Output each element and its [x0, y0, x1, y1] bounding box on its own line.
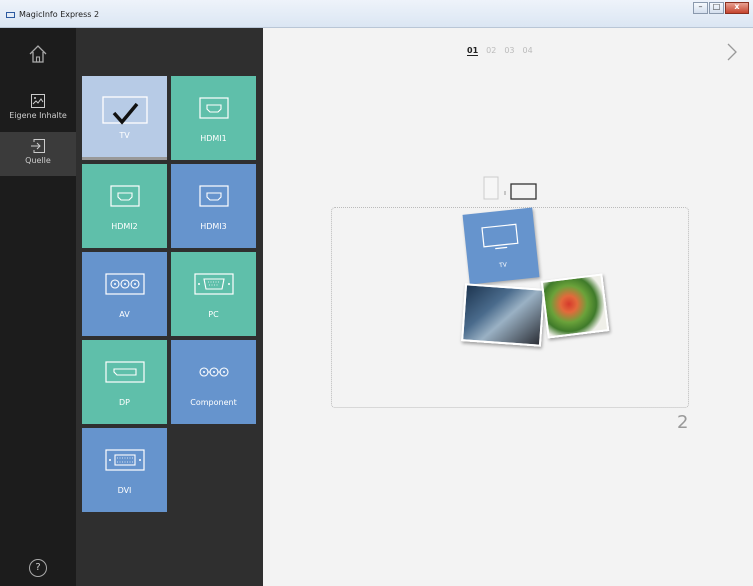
close-button[interactable]: x — [725, 2, 749, 14]
displayport-icon — [104, 361, 145, 383]
page-tabs: 01 02 03 04 — [467, 46, 533, 56]
image-icon — [31, 94, 45, 108]
hdmi-icon — [198, 97, 229, 119]
app-icon — [6, 12, 15, 18]
page-tab-03[interactable]: 03 — [504, 46, 514, 56]
portrait-icon — [483, 176, 499, 200]
rail-item-source[interactable]: Quelle — [0, 132, 76, 176]
window-controls: – □ x — [692, 2, 749, 14]
input-source-icon — [31, 139, 45, 153]
tv-source-card[interactable]: TV — [462, 207, 540, 285]
hdmi-icon — [109, 185, 140, 207]
rail-item-label: Eigene Inhalte — [9, 111, 67, 120]
home-icon[interactable] — [28, 44, 48, 64]
close-icon: x — [734, 2, 740, 11]
maximize-button[interactable]: □ — [709, 2, 724, 14]
source-tile-pc[interactable]: PC — [171, 252, 256, 336]
tile-label: HDMI3 — [200, 222, 227, 231]
av-icon — [104, 273, 145, 295]
orientation-toggle[interactable] — [483, 176, 539, 202]
hdmi-icon — [198, 185, 229, 207]
tile-label: HDMI2 — [111, 222, 138, 231]
window-title: MagicInfo Express 2 — [19, 10, 100, 19]
page-tab-02[interactable]: 02 — [486, 46, 496, 56]
source-tile-hdmi2[interactable]: HDMI2 — [82, 164, 167, 248]
chevron-right-icon[interactable] — [725, 42, 739, 62]
source-tile-dvi[interactable]: DVI — [82, 428, 167, 512]
source-panel: TV HDMI1 HDMI2 HDMI3 AV PC DP Component … — [76, 28, 263, 586]
maximize-icon: □ — [712, 2, 721, 11]
component-icon — [198, 367, 229, 377]
tile-label: HDMI1 — [200, 134, 227, 143]
tile-label: DVI — [117, 486, 132, 495]
source-tile-dp[interactable]: DP — [82, 340, 167, 424]
rail-item-my-content[interactable]: Eigene Inhalte — [0, 87, 76, 131]
tv-card-label: TV — [498, 261, 508, 270]
main-area: 01 02 03 04 TV 2 — [263, 28, 753, 586]
source-tile-av[interactable]: AV — [82, 252, 167, 336]
rail-item-label: Quelle — [25, 156, 51, 165]
salad-photo-thumbnail[interactable] — [540, 273, 610, 339]
page-tab-04[interactable]: 04 — [523, 46, 533, 56]
left-rail: Eigene Inhalte Quelle ? — [0, 28, 76, 586]
tile-label: TV — [119, 131, 130, 140]
source-tile-component[interactable]: Component — [171, 340, 256, 424]
vga-icon — [193, 273, 234, 295]
tile-label: Component — [190, 398, 237, 407]
tile-label: AV — [119, 310, 130, 319]
title-bar: MagicInfo Express 2 – □ x — [0, 0, 753, 28]
tv-icon — [481, 223, 519, 250]
minimize-button[interactable]: – — [693, 2, 708, 14]
tv-icon — [101, 96, 148, 125]
minimize-icon: – — [698, 2, 703, 11]
source-tile-hdmi1[interactable]: HDMI1 — [171, 76, 256, 160]
landscape-icon — [510, 183, 537, 200]
page-number: 2 — [677, 412, 689, 433]
tile-label: DP — [119, 398, 130, 407]
help-button[interactable]: ? — [29, 559, 47, 577]
page-tab-01[interactable]: 01 — [467, 46, 479, 56]
cafe-photo-thumbnail[interactable] — [461, 283, 545, 347]
source-tile-tv[interactable]: TV — [82, 76, 167, 160]
source-tile-hdmi3[interactable]: HDMI3 — [171, 164, 256, 248]
dvi-icon — [104, 449, 145, 471]
check-icon — [112, 102, 138, 125]
tile-label: PC — [208, 310, 219, 319]
